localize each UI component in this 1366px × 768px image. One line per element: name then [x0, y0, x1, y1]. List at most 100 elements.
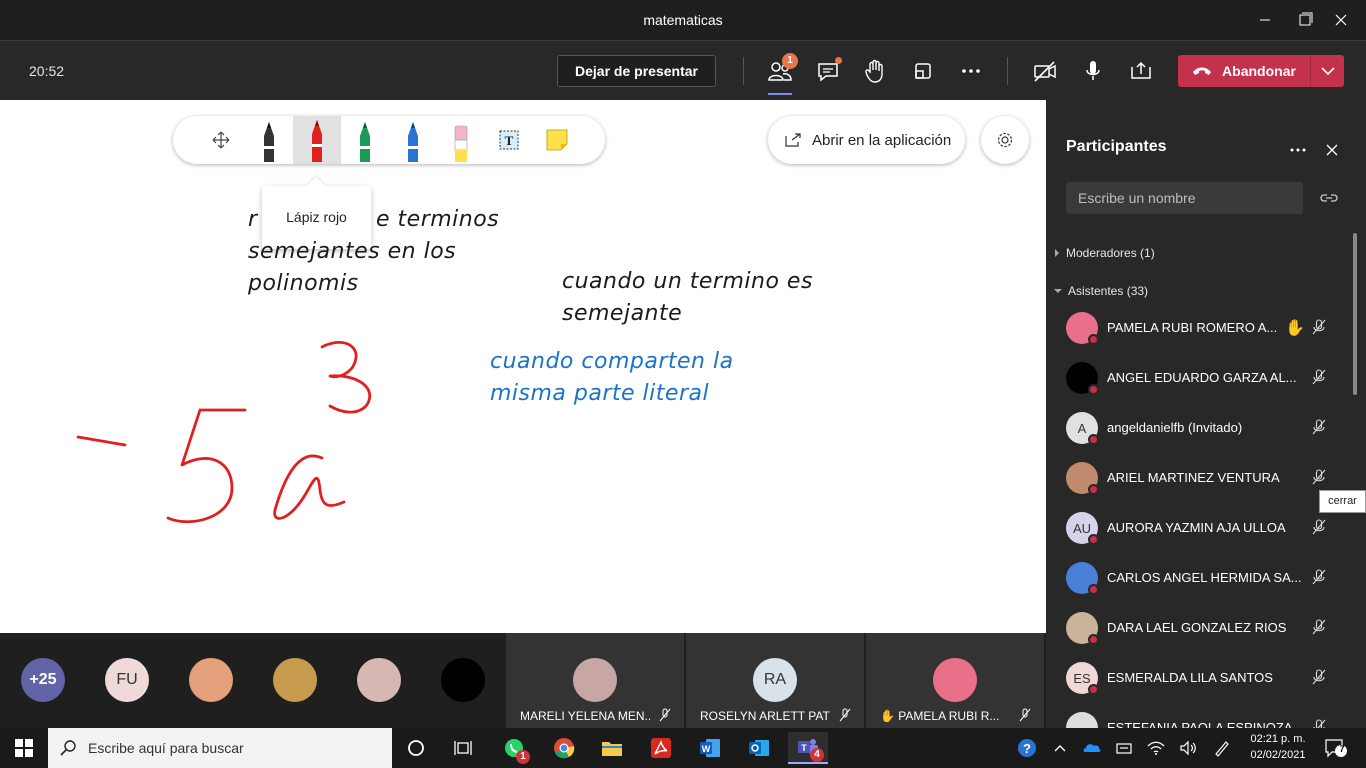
chevron-up-icon[interactable] — [1050, 738, 1070, 758]
volume-icon[interactable] — [1178, 738, 1198, 758]
participant-row[interactable]: DARA LAEL GONZALEZ RIOS — [1046, 606, 1366, 656]
participant-row[interactable]: ES ESMERALDA LILA SANTOS — [1046, 656, 1366, 706]
chrome-taskbar-button[interactable] — [544, 732, 584, 764]
leave-options-button[interactable] — [1311, 55, 1344, 87]
camera-off-icon — [1034, 61, 1056, 82]
red-pen-icon — [312, 120, 322, 162]
attendees-section-header[interactable]: Asistentes (33) — [1054, 284, 1148, 298]
mic-off-icon[interactable] — [1310, 668, 1328, 686]
black-pen-tool[interactable] — [245, 116, 293, 164]
maximize-button[interactable] — [1290, 8, 1320, 32]
green-pen-tool[interactable] — [341, 116, 389, 164]
participant-avatar[interactable]: FU — [105, 658, 149, 702]
participant-avatar[interactable] — [189, 658, 233, 702]
svg-text:T: T — [801, 743, 807, 753]
participant-search-input[interactable]: Escribe un nombre — [1066, 182, 1303, 214]
participant-row[interactable]: ESTEFANIA PAOLA ESPINOZA — [1046, 706, 1366, 728]
blue-pen-icon — [408, 122, 418, 162]
file-explorer-taskbar-button[interactable] — [592, 732, 632, 764]
participant-row[interactable]: AU AURORA YAZMIN AJA ULLOA — [1046, 506, 1366, 556]
red-pen-tool[interactable] — [293, 116, 341, 164]
rooms-button[interactable] — [907, 55, 939, 87]
taskbar-search-input[interactable]: Escribe aquí para buscar — [48, 728, 392, 768]
wifi-icon[interactable] — [1146, 738, 1166, 758]
raise-hand-button[interactable] — [859, 55, 891, 87]
mic-off-icon[interactable] — [1310, 318, 1328, 336]
pen-workspace-icon[interactable] — [1212, 738, 1232, 758]
taskbar-search-placeholder: Escribe aquí para buscar — [88, 740, 244, 756]
microphone-button[interactable] — [1077, 55, 1109, 87]
mic-off-icon[interactable] — [1310, 468, 1328, 486]
participant-avatar[interactable] — [273, 658, 317, 702]
chevron-down-icon — [1320, 67, 1335, 75]
more-options-icon[interactable] — [1286, 138, 1310, 162]
outlook-icon — [749, 740, 769, 756]
mic-off-icon[interactable] — [1310, 368, 1328, 386]
task-view-icon — [454, 741, 472, 755]
mic-off-icon[interactable] — [1310, 718, 1328, 728]
presence-status-dot — [1088, 684, 1099, 695]
participant-row[interactable]: ANGEL EDUARDO GARZA AL... — [1046, 356, 1366, 406]
system-clock[interactable]: 02:21 p. m. 02/02/2021 — [1246, 731, 1310, 763]
copy-link-icon[interactable] — [1318, 188, 1340, 208]
system-time: 02:21 p. m. — [1250, 733, 1306, 745]
cortana-button[interactable] — [396, 732, 436, 764]
chat-button[interactable] — [812, 55, 844, 87]
acrobat-icon — [651, 738, 671, 758]
more-actions-button[interactable] — [955, 55, 987, 87]
caret-right-icon — [1055, 249, 1059, 257]
participant-tile[interactable]: MARELI YELENA MEN... — [506, 633, 684, 728]
onedrive-icon[interactable] — [1082, 738, 1102, 758]
open-in-app-button[interactable]: Abrir en la aplicación — [768, 116, 965, 164]
word-icon: W — [700, 739, 720, 757]
highlighter-icon — [454, 125, 468, 162]
participant-avatar[interactable] — [357, 658, 401, 702]
windows-taskbar: Escribe aquí para buscar 1 W T 4 ? 02:21… — [0, 728, 1366, 768]
participant-row[interactable]: CARLOS ANGEL HERMIDA SA... — [1046, 556, 1366, 606]
text-tool[interactable]: T — [485, 116, 533, 164]
participant-row[interactable]: Aangeldanielfb (Invitado) — [1046, 406, 1366, 456]
overflow-participants-avatar[interactable]: +25 — [21, 658, 65, 702]
close-panel-icon[interactable] — [1320, 138, 1344, 162]
mic-off-icon[interactable] — [1310, 418, 1328, 436]
close-window-button[interactable] — [1326, 8, 1356, 32]
mic-off-icon — [839, 708, 851, 722]
presence-status-dot — [1088, 384, 1099, 395]
task-view-button[interactable] — [443, 732, 483, 764]
mic-off-icon[interactable] — [1310, 518, 1328, 536]
participant-list-scrollbar[interactable] — [1353, 233, 1357, 395]
start-button[interactable] — [4, 732, 44, 764]
acrobat-taskbar-button[interactable] — [641, 732, 681, 764]
leave-button[interactable]: Abandonar — [1178, 55, 1310, 87]
mic-off-icon[interactable] — [1310, 618, 1328, 636]
participant-avatar — [573, 658, 617, 702]
share-screen-button[interactable] — [1125, 55, 1157, 87]
participant-row[interactable]: ARIEL MARTINEZ VENTURA — [1046, 456, 1366, 506]
mic-off-icon — [1019, 708, 1031, 722]
participant-tile[interactable]: ✋ PAMELA RUBI R... — [866, 633, 1044, 728]
word-taskbar-button[interactable]: W — [690, 732, 730, 764]
sticky-note-icon — [546, 129, 568, 151]
action-center-button[interactable]: 7 — [1324, 738, 1348, 758]
stop-presenting-button[interactable]: Dejar de presentar — [557, 55, 716, 87]
system-date: 02/02/2021 — [1250, 749, 1306, 761]
network-device-icon[interactable] — [1114, 738, 1134, 758]
outlook-taskbar-button[interactable] — [739, 732, 779, 764]
whatsapp-taskbar-button[interactable]: 1 — [494, 732, 534, 764]
move-tool[interactable] — [197, 116, 245, 164]
participant-tile[interactable]: RA ROSELYN ARLETT PATI... — [686, 633, 864, 728]
help-icon[interactable]: ? — [1017, 738, 1037, 758]
moderators-section-header[interactable]: Moderadores (1) — [1054, 246, 1155, 260]
participant-row[interactable]: PAMELA RUBI ROMERO A... ✋ — [1046, 306, 1366, 356]
highlighter-tool[interactable] — [437, 116, 485, 164]
teams-taskbar-button[interactable]: T 4 — [788, 732, 828, 764]
whiteboard-settings-button[interactable] — [981, 116, 1029, 164]
sticky-note-tool[interactable] — [533, 116, 581, 164]
participants-button[interactable]: 1 — [764, 53, 798, 95]
whiteboard-canvas[interactable]: T Lápiz rojo Abrir en la aplicación r e … — [0, 100, 1046, 633]
minimize-button[interactable] — [1250, 8, 1280, 32]
participant-avatar[interactable] — [441, 658, 485, 702]
blue-pen-tool[interactable] — [389, 116, 437, 164]
camera-toggle-button[interactable] — [1029, 55, 1061, 87]
mic-off-icon[interactable] — [1310, 568, 1328, 586]
